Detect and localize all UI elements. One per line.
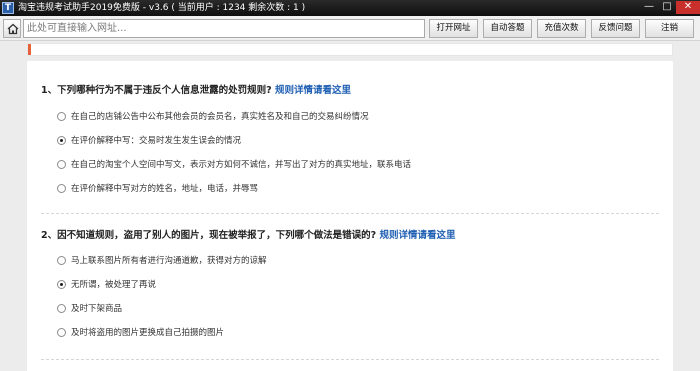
question-panel: 1、下列哪种行为不属于违反个人信息泄露的处罚规则? 规则详情请看这里 在自己的店… xyxy=(27,61,673,371)
option-label: 在评价解释中写对方的姓名，地址，电话，并辱骂 xyxy=(71,184,259,194)
option-label: 及时将盗用的图片更换成自己拍摄的图片 xyxy=(71,328,225,338)
home-button[interactable] xyxy=(3,19,21,38)
rule-details-link[interactable]: 规则详情请看这里 xyxy=(379,230,455,241)
option-label: 在自己的淘宝个人空间中写文，表示对方如何不诚信，并写出了对方的真实地址，联系电话 xyxy=(71,160,412,170)
url-input[interactable] xyxy=(23,19,425,38)
open-url-button[interactable]: 打开网址 xyxy=(429,19,478,38)
question-1-title: 1、下列哪种行为不属于违反个人信息泄露的处罚规则? 规则详情请看这里 xyxy=(41,85,351,97)
option-label: 马上联系图片所有者进行沟通道歉，获得对方的谅解 xyxy=(71,256,267,266)
recharge-button[interactable]: 充值次数 xyxy=(537,19,586,38)
close-button[interactable]: ✕ xyxy=(676,1,700,14)
title-bar: T 淘宝违规考试助手2019免费版 - v3.6 ( 当前用户 : 1234 剩… xyxy=(0,0,700,16)
content-area: 1、下列哪种行为不属于违反个人信息泄露的处罚规则? 规则详情请看这里 在自己的店… xyxy=(0,41,700,371)
radio-button[interactable] xyxy=(57,112,66,121)
question-number: 2、 xyxy=(41,230,58,241)
feedback-button[interactable]: 反馈问题 xyxy=(591,19,640,38)
window-title: 淘宝违规考试助手2019免费版 - v3.6 ( 当前用户 : 1234 剩余次… xyxy=(18,3,306,13)
app-logo-icon: T xyxy=(2,2,14,14)
accent-marker xyxy=(28,44,31,55)
option-label: 及时下架商品 xyxy=(71,304,123,314)
question-text: 下列哪种行为不属于违反个人信息泄露的处罚规则? xyxy=(57,85,272,96)
question-divider xyxy=(41,359,659,360)
question-number: 1、 xyxy=(41,85,58,96)
rule-details-link[interactable]: 规则详情请看这里 xyxy=(275,85,351,96)
maximize-button[interactable]: □ xyxy=(658,1,676,14)
radio-button-selected[interactable] xyxy=(57,280,66,289)
auto-answer-button[interactable]: 自动答题 xyxy=(483,19,532,38)
radio-button[interactable] xyxy=(57,256,66,265)
logout-button[interactable]: 注销 xyxy=(645,19,694,38)
radio-button-selected[interactable] xyxy=(57,136,66,145)
home-icon xyxy=(7,23,19,35)
question-divider xyxy=(41,213,659,214)
radio-button[interactable] xyxy=(57,160,66,169)
radio-button[interactable] xyxy=(57,304,66,313)
question-2-title: 2、因不知道规则，盗用了别人的图片，现在被举报了，下列哪个做法是错误的? 规则详… xyxy=(41,230,455,242)
option-label: 在评价解释中写：交易时发生发生误会的情况 xyxy=(71,136,242,146)
minimize-button[interactable]: — xyxy=(640,1,658,14)
question-text: 因不知道规则，盗用了别人的图片，现在被举报了，下列哪个做法是错误的? xyxy=(57,230,377,241)
radio-button[interactable] xyxy=(57,184,66,193)
radio-button[interactable] xyxy=(57,328,66,337)
toolbar: 打开网址 自动答题 充值次数 反馈问题 注销 xyxy=(0,16,700,41)
option-label: 无所谓，被处理了再说 xyxy=(71,280,157,290)
section-header-bar xyxy=(27,43,673,56)
option-label: 在自己的店铺公告中公布其他会员的会员名，真实姓名及和自己的交易纠纷情况 xyxy=(71,112,369,122)
